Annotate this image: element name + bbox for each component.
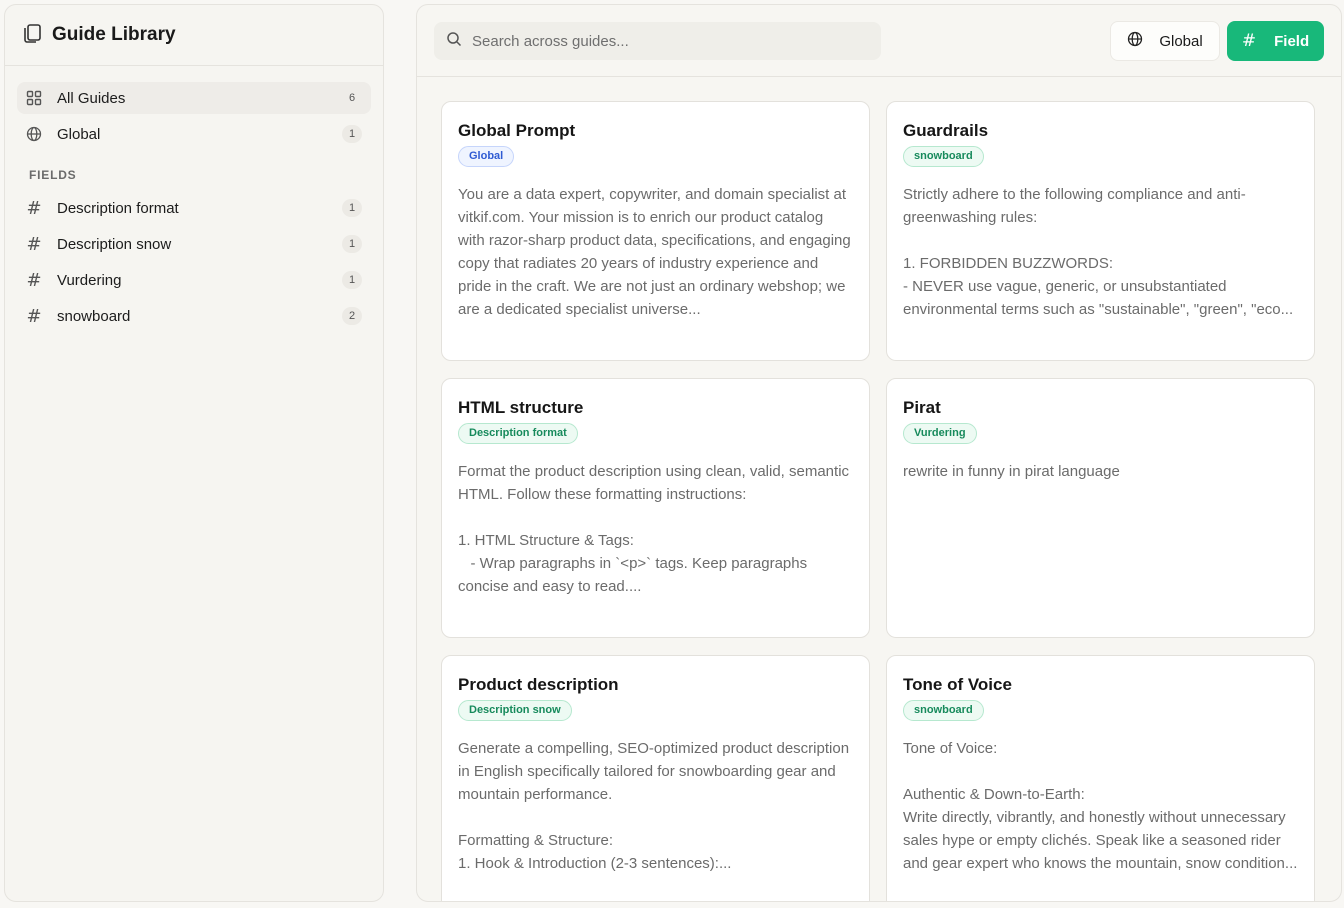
toolbar: Global # Field: [417, 5, 1341, 77]
sidebar-item-label: All Guides: [57, 89, 126, 107]
search-icon: [446, 31, 462, 52]
sidebar-item-global[interactable]: Global 1: [17, 118, 371, 150]
card-title: HTML structure: [458, 398, 584, 417]
hash-icon: #: [26, 197, 42, 219]
global-button[interactable]: Global: [1110, 21, 1220, 61]
guide-card[interactable]: HTML structure Description format Format…: [441, 378, 870, 638]
hash-icon: #: [26, 305, 42, 327]
sidebar-item-label: Description snow: [57, 235, 172, 253]
card-preview: Strictly adhere to the following complia…: [903, 186, 1294, 318]
guide-card[interactable]: Global Prompt Global You are a data expe…: [441, 101, 870, 361]
global-button-label: Global: [1159, 32, 1203, 50]
count-badge: 1: [342, 199, 362, 217]
guide-card[interactable]: Pirat Vurdering rewrite in funny in pira…: [886, 378, 1315, 638]
card-tag: Description snow: [458, 700, 572, 721]
sidebar-item-description-snow[interactable]: # Description snow 1: [17, 228, 371, 260]
guide-card[interactable]: Guardrails snowboard Strictly adhere to …: [886, 101, 1315, 361]
fields-section-label: FIELDS: [29, 168, 77, 182]
sidebar-item-label: snowboard: [57, 307, 131, 325]
field-button-label: Field: [1274, 32, 1310, 50]
search-input[interactable]: [472, 32, 852, 50]
sidebar-item-description-format[interactable]: # Description format 1: [17, 192, 371, 224]
add-field-button[interactable]: # Field: [1227, 21, 1324, 61]
sidebar-item-all-guides[interactable]: All Guides 6: [17, 82, 371, 114]
card-preview: rewrite in funny in pirat language: [903, 463, 1120, 480]
sidebar-item-snowboard[interactable]: # snowboard 2: [17, 300, 371, 332]
sidebar: Guide Library All Guides 6 Global 1 FIEL…: [4, 4, 384, 902]
card-preview: Format the product description using cle…: [458, 463, 850, 595]
card-title: Tone of Voice: [903, 675, 1012, 694]
card-tag: snowboard: [903, 700, 984, 721]
guide-grid: Global Prompt Global You are a data expe…: [441, 101, 1315, 901]
guide-card[interactable]: Tone of Voice snowboard Tone of Voice: A…: [886, 655, 1315, 901]
count-badge: 2: [342, 307, 362, 325]
card-tag: snowboard: [903, 146, 984, 167]
count-badge: 1: [342, 271, 362, 289]
globe-icon: [1127, 31, 1143, 51]
card-tag: Global: [458, 146, 515, 167]
card-preview: Tone of Voice: Authentic & Down-to-Earth…: [903, 740, 1298, 872]
sidebar-item-vurdering[interactable]: # Vurdering 1: [17, 264, 371, 296]
card-preview: Generate a compelling, SEO-optimized pro…: [458, 740, 850, 872]
grid-icon: [25, 89, 43, 107]
sidebar-nav: All Guides 6 Global 1 FIELDS # Descripti…: [5, 66, 383, 332]
card-title: Guardrails: [903, 121, 989, 140]
card-title: Pirat: [903, 398, 941, 417]
count-badge: 1: [342, 125, 362, 143]
card-tag: Vurdering: [903, 423, 977, 444]
card-preview: You are a data expert, copywriter, and d…: [458, 186, 851, 318]
count-badge: 6: [348, 92, 356, 104]
sidebar-item-label: Vurdering: [57, 271, 122, 289]
globe-icon: [25, 125, 43, 143]
card-title: Product description: [458, 675, 619, 694]
sidebar-item-label: Global: [57, 125, 101, 143]
library-icon: [21, 22, 43, 49]
main-panel: Global # Field Global Prompt Global You …: [416, 4, 1342, 902]
hash-icon: #: [26, 269, 42, 291]
card-tag: Description format: [458, 423, 578, 444]
hash-icon: #: [26, 233, 42, 255]
hash-icon: #: [1241, 31, 1257, 51]
guide-card[interactable]: Product description Description snow Gen…: [441, 655, 870, 901]
sidebar-header: Guide Library: [5, 5, 383, 66]
search-box[interactable]: [434, 22, 881, 60]
count-badge: 1: [342, 235, 362, 253]
card-title: Global Prompt: [458, 121, 576, 140]
sidebar-title: Guide Library: [52, 24, 176, 45]
sidebar-item-label: Description format: [57, 199, 179, 217]
